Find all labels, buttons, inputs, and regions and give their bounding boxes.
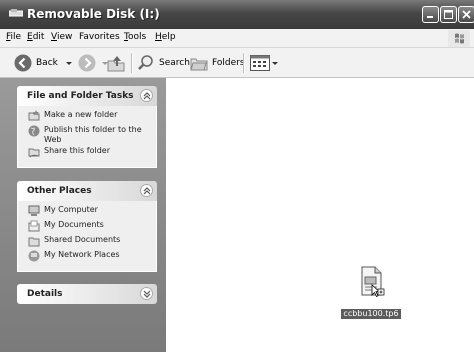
shared-folder-icon	[28, 237, 40, 247]
menu-help[interactable]: Help	[155, 32, 176, 42]
search-button[interactable]: Search	[137, 48, 190, 77]
place-my-network-places[interactable]: My Network Places	[18, 250, 156, 264]
menu-file[interactable]: File	[6, 32, 21, 42]
back-arrow-icon	[14, 54, 32, 71]
menu-favorites[interactable]: Favorites	[79, 32, 120, 42]
globe-icon	[28, 125, 40, 137]
file-folder-tasks-panel: File and Folder Tasks Make a new folder …	[17, 86, 157, 168]
task-pane: File and Folder Tasks Make a new folder …	[0, 78, 166, 352]
maximize-button[interactable]	[440, 6, 457, 23]
file-name-label: ccbbu100.tp6	[341, 309, 401, 319]
search-icon	[138, 54, 153, 70]
views-button[interactable]	[250, 48, 279, 77]
share-folder-icon	[28, 148, 40, 158]
chevron-down-icon	[65, 61, 72, 65]
file-list-area[interactable]: ccbbu100.tp6	[166, 78, 474, 352]
computer-icon	[28, 205, 40, 216]
close-button[interactable]	[458, 6, 474, 23]
up-folder-button[interactable]	[106, 48, 126, 77]
task-share-folder[interactable]: Share this folder	[18, 146, 156, 160]
details-panel: Details	[17, 284, 157, 304]
task-make-new-folder[interactable]: Make a new folder	[18, 110, 156, 124]
window-title: Removable Disk (I:)	[27, 7, 160, 21]
place-my-documents[interactable]: My Documents	[18, 220, 156, 234]
windows-flag-icon	[448, 30, 470, 47]
chevron-down-icon	[272, 61, 278, 65]
maximize-icon	[444, 10, 453, 19]
close-icon	[462, 10, 471, 19]
place-my-computer[interactable]: My Computer	[18, 205, 156, 219]
menu-tools[interactable]: Tools	[124, 32, 146, 42]
title-bar[interactable]: Removable Disk (I:)	[0, 0, 474, 29]
panel-header[interactable]: Other Places	[17, 181, 157, 201]
forward-arrow-icon	[78, 54, 96, 71]
menu-bar: File Edit View Favorites Tools Help	[0, 29, 474, 48]
drive-icon	[9, 9, 23, 17]
other-places-panel: Other Places My Computer My Documents Sh…	[17, 181, 157, 272]
task-publish-folder[interactable]: Publish this folder to the Web	[18, 125, 156, 145]
views-grid-icon	[250, 54, 270, 71]
document-icon	[361, 266, 385, 298]
toolbar: Back Search Folders	[0, 48, 474, 78]
panel-header[interactable]: File and Folder Tasks	[17, 86, 157, 106]
expand-chevron-icon[interactable]	[140, 287, 153, 300]
network-icon	[28, 250, 40, 262]
folders-icon	[190, 58, 208, 70]
minimize-icon	[427, 16, 433, 18]
documents-folder-icon	[28, 220, 40, 232]
back-button[interactable]: Back	[14, 48, 74, 77]
explorer-window: Removable Disk (I:) File Edit View Favor…	[0, 0, 474, 352]
menu-edit[interactable]: Edit	[27, 32, 44, 42]
collapse-chevron-icon[interactable]	[140, 89, 153, 102]
collapse-chevron-icon[interactable]	[140, 184, 153, 197]
place-shared-documents[interactable]: Shared Documents	[18, 235, 156, 249]
up-folder-icon	[107, 55, 125, 71]
panel-header[interactable]: Details	[17, 284, 157, 304]
file-item[interactable]: ccbbu100.tp6	[341, 265, 401, 320]
folders-button[interactable]: Folders	[190, 48, 245, 77]
new-folder-icon	[28, 110, 40, 121]
menu-view[interactable]: View	[51, 32, 72, 42]
minimize-button[interactable]	[422, 6, 439, 23]
